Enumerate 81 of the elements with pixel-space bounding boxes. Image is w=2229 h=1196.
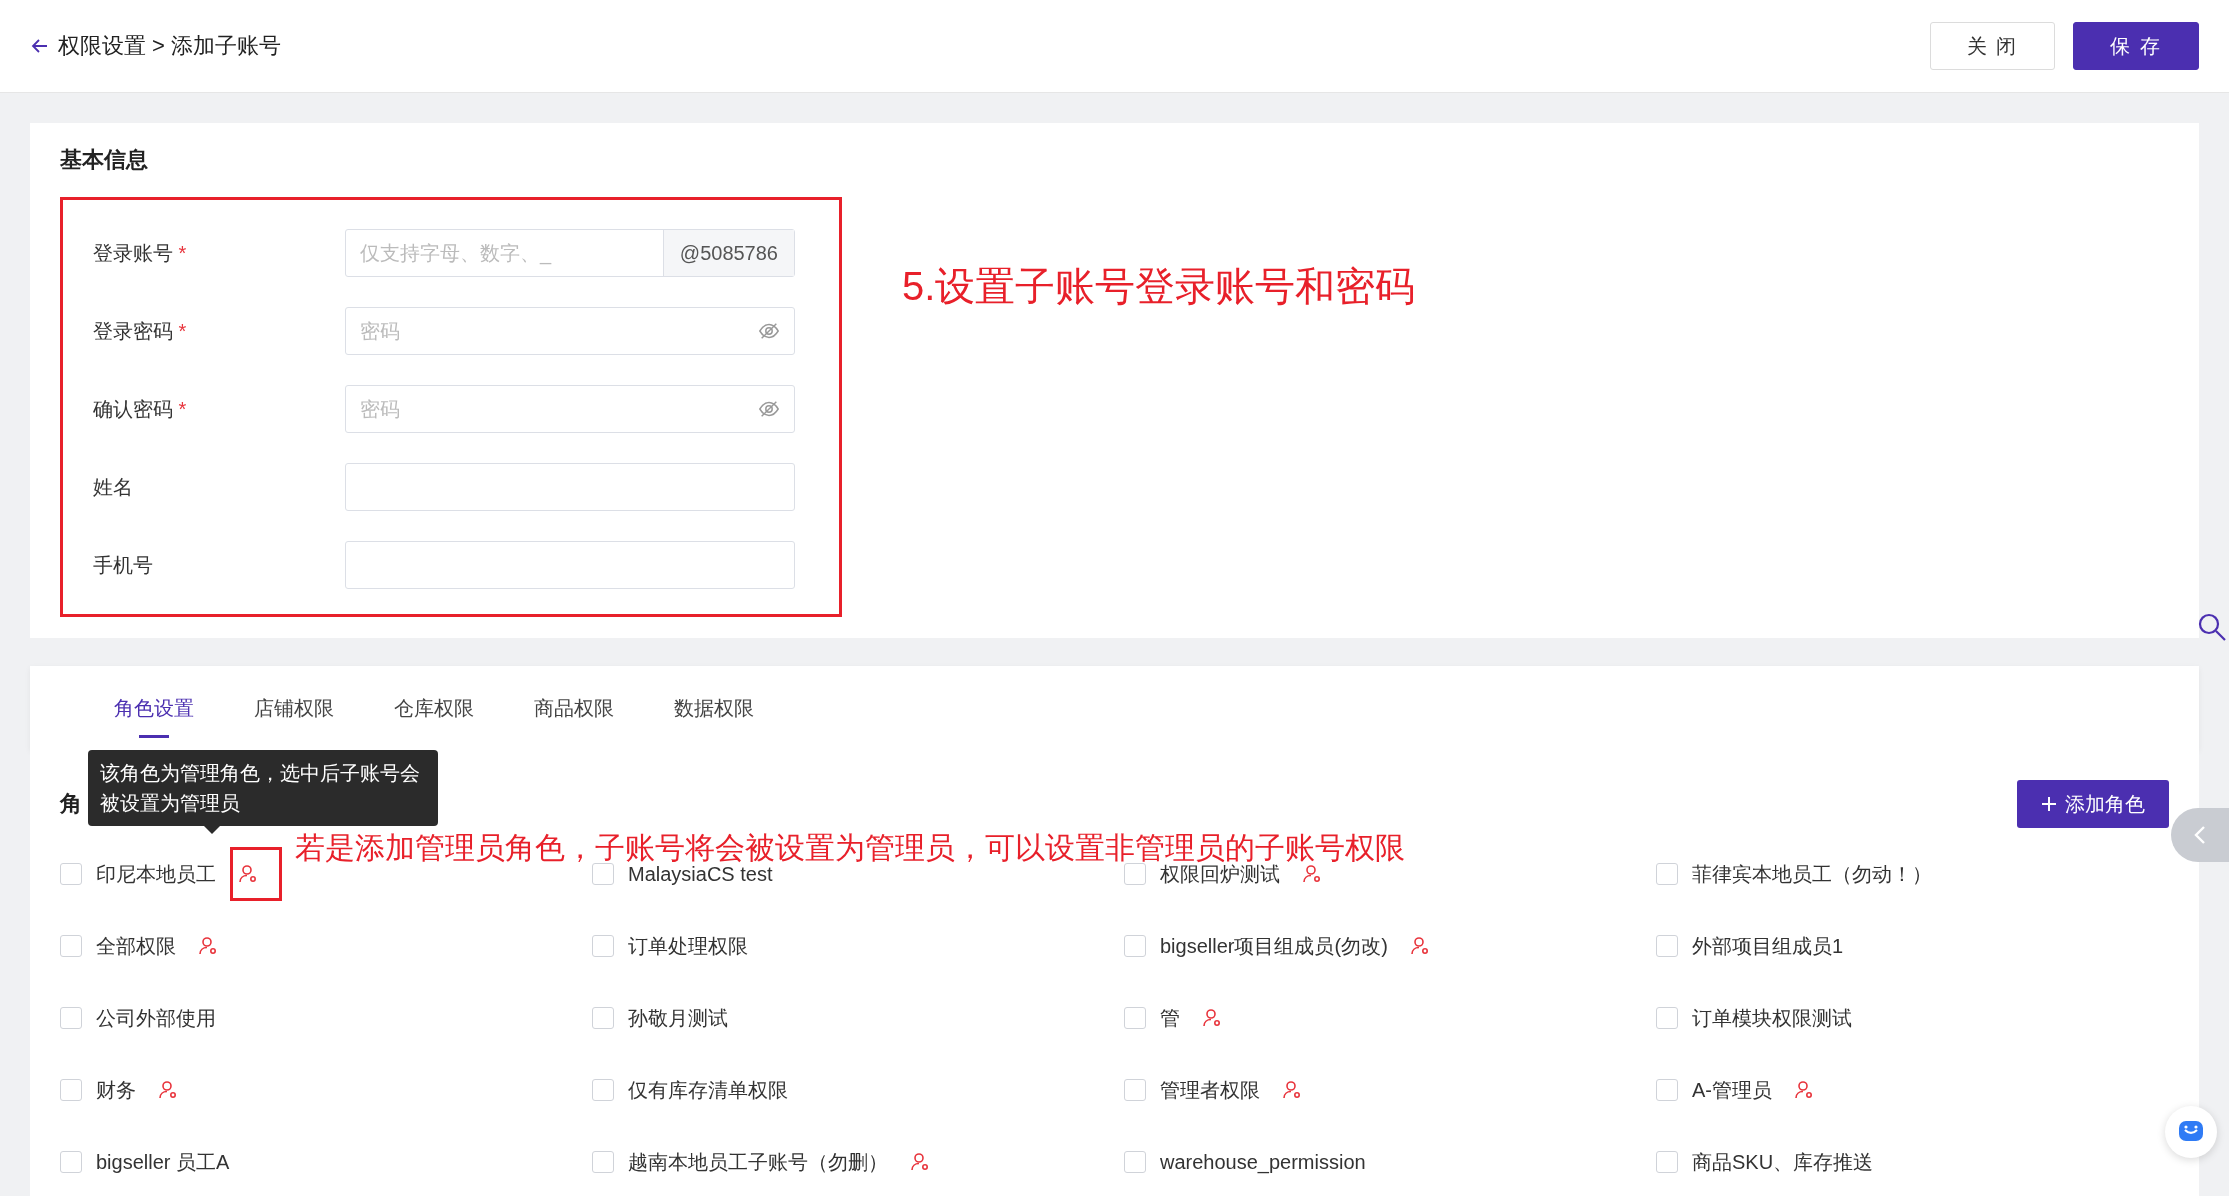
role-label[interactable]: bigseller项目组成员(勿改): [1160, 932, 1388, 960]
checkbox[interactable]: [1124, 1079, 1146, 1101]
role-label[interactable]: 订单模块权限测试: [1692, 1004, 1852, 1032]
save-button[interactable]: 保 存: [2073, 22, 2199, 70]
role-label[interactable]: 商品SKU、库存推送: [1692, 1148, 1874, 1176]
field-label: 手机号: [93, 553, 153, 576]
admin-user-icon: [238, 864, 258, 884]
tab[interactable]: 店铺权限: [224, 676, 364, 740]
hidden-eye-icon[interactable]: [758, 398, 780, 420]
tab[interactable]: 商品权限: [504, 676, 644, 740]
annotation-text: 若是添加管理员角色，子账号将会被设置为管理员，可以设置非管理员的子账号权限: [295, 830, 1405, 864]
tab[interactable]: 数据权限: [644, 676, 784, 740]
checkbox[interactable]: [592, 1007, 614, 1029]
role-label[interactable]: MalaysiaCS test: [628, 862, 773, 886]
checkbox[interactable]: [1656, 1007, 1678, 1029]
collapse-button[interactable]: [2171, 808, 2229, 862]
checkbox[interactable]: [60, 863, 82, 885]
role-label[interactable]: 财务: [96, 1076, 136, 1104]
checkbox[interactable]: [1124, 935, 1146, 957]
annotation-text: 5.设置子账号登录账号和密码: [902, 263, 1416, 310]
checkbox[interactable]: [592, 935, 614, 957]
section-title: 角: [60, 790, 82, 818]
admin-user-icon: [910, 1152, 930, 1172]
role-label[interactable]: 全部权限: [96, 932, 176, 960]
admin-user-icon: [1302, 864, 1322, 884]
input-field[interactable]: 仅支持字母、数字、_: [346, 230, 663, 276]
admin-user-icon: [1409, 936, 1430, 956]
annotation-box: [230, 847, 282, 901]
section-title: 基本信息: [60, 146, 148, 174]
tab[interactable]: 仓库权限: [364, 676, 504, 740]
role-label[interactable]: 外部项目组成员1: [1692, 932, 1844, 960]
role-label[interactable]: 管: [1160, 1004, 1180, 1032]
role-label[interactable]: 订单处理权限: [628, 932, 748, 960]
required-mark: *: [178, 397, 187, 420]
checkbox[interactable]: [60, 935, 82, 957]
role-label[interactable]: A-管理员: [1692, 1076, 1772, 1104]
chevron-left-icon: [2193, 825, 2207, 845]
role-label[interactable]: bigseller 员工A: [96, 1148, 230, 1176]
checkbox[interactable]: [592, 1151, 614, 1173]
field-label: 确认密码: [93, 397, 173, 420]
checkbox[interactable]: [60, 1151, 82, 1173]
admin-user-icon: [198, 936, 218, 956]
tooltip: 该角色为管理角色，选中后子账号会被设置为管理员: [88, 750, 438, 826]
account-suffix: @5085786: [662, 230, 794, 276]
breadcrumb: 权限设置 > 添加子账号: [58, 32, 282, 60]
checkbox[interactable]: [1656, 935, 1678, 957]
required-mark: *: [178, 241, 187, 264]
role-label[interactable]: 印尼本地员工: [96, 860, 216, 888]
checkbox[interactable]: [1124, 1007, 1146, 1029]
role-label[interactable]: 管理者权限: [1160, 1076, 1260, 1104]
required-mark: *: [178, 319, 187, 342]
checkbox[interactable]: [1124, 1151, 1146, 1173]
field-label: 登录账号: [93, 241, 173, 264]
role-label[interactable]: 越南本地员工子账号（勿删）: [628, 1148, 888, 1176]
checkbox[interactable]: [1656, 1079, 1678, 1101]
admin-user-icon: [1202, 1008, 1222, 1028]
admin-user-icon: [1794, 1080, 1814, 1100]
checkbox[interactable]: [1656, 863, 1678, 885]
role-label[interactable]: 仅有库存清单权限: [628, 1076, 788, 1104]
field-label: 登录密码: [93, 319, 173, 342]
admin-user-icon: [158, 1080, 178, 1100]
search-icon[interactable]: [2197, 612, 2227, 642]
admin-user-icon: [1282, 1080, 1302, 1100]
role-label[interactable]: 公司外部使用: [96, 1004, 216, 1032]
checkbox[interactable]: [1656, 1151, 1678, 1173]
checkbox[interactable]: [60, 1007, 82, 1029]
text-field[interactable]: 仅支持字母、数字、_ @5085786: [345, 229, 795, 277]
checkbox[interactable]: [592, 1079, 614, 1101]
tab[interactable]: 角色设置: [84, 676, 224, 740]
role-label[interactable]: warehouse_permission: [1160, 1150, 1366, 1174]
role-label[interactable]: 孙敬月测试: [628, 1004, 728, 1032]
add-role-button[interactable]: 添加角色: [2017, 780, 2169, 828]
checkbox[interactable]: [1124, 863, 1146, 885]
checkbox[interactable]: [592, 863, 614, 885]
plus-icon: [2041, 796, 2057, 812]
field-label: 姓名: [93, 475, 133, 498]
role-label[interactable]: 菲律宾本地员工（勿动！）: [1692, 860, 1932, 888]
close-button[interactable]: 关 闭: [1929, 22, 2056, 70]
hidden-eye-icon[interactable]: [758, 320, 780, 342]
checkbox[interactable]: [60, 1079, 82, 1101]
chat-button[interactable]: [2165, 1106, 2217, 1158]
